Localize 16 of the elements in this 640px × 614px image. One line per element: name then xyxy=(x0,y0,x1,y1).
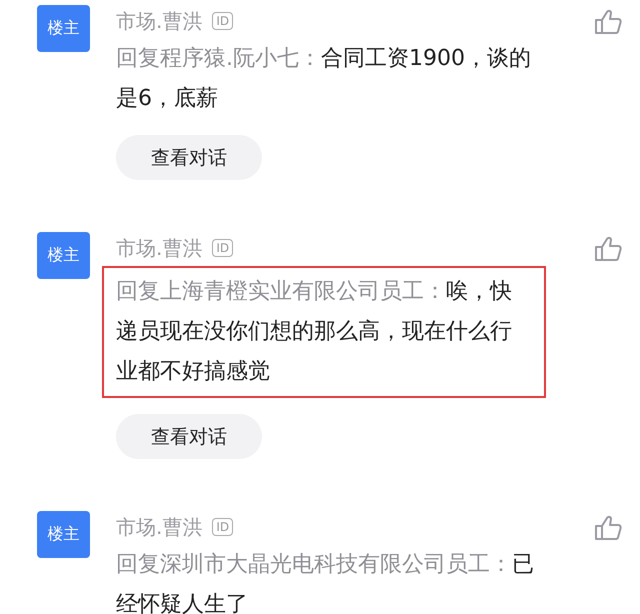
author-badge: 楼主 xyxy=(37,5,90,52)
author-badge: 楼主 xyxy=(37,511,90,558)
author-name[interactable]: 市场.曹洪 xyxy=(116,8,202,34)
thumbs-up-icon[interactable] xyxy=(594,236,622,262)
reply-text: 回复上海青橙实业有限公司员工：唉，快递员现在没你们想的那么高，现在什么行业都不好搞感觉 xyxy=(102,266,546,398)
thumbs-up-icon[interactable] xyxy=(594,515,622,541)
author-badge: 楼主 xyxy=(37,232,90,279)
thumbs-up-icon[interactable] xyxy=(594,9,622,35)
view-conversation-button[interactable]: 查看对话 xyxy=(116,135,262,180)
view-conversation-button[interactable]: 查看对话 xyxy=(116,414,262,459)
id-badge: ID xyxy=(212,12,234,30)
author-name[interactable]: 市场.曹洪 xyxy=(116,514,202,540)
author-name[interactable]: 市场.曹洪 xyxy=(116,234,202,262)
reply-text: 回复程序猿.阮小七：合同工资1900，谈的是6，底薪 xyxy=(116,45,532,113)
id-badge: ID xyxy=(212,518,234,536)
id-badge: ID xyxy=(212,239,234,257)
